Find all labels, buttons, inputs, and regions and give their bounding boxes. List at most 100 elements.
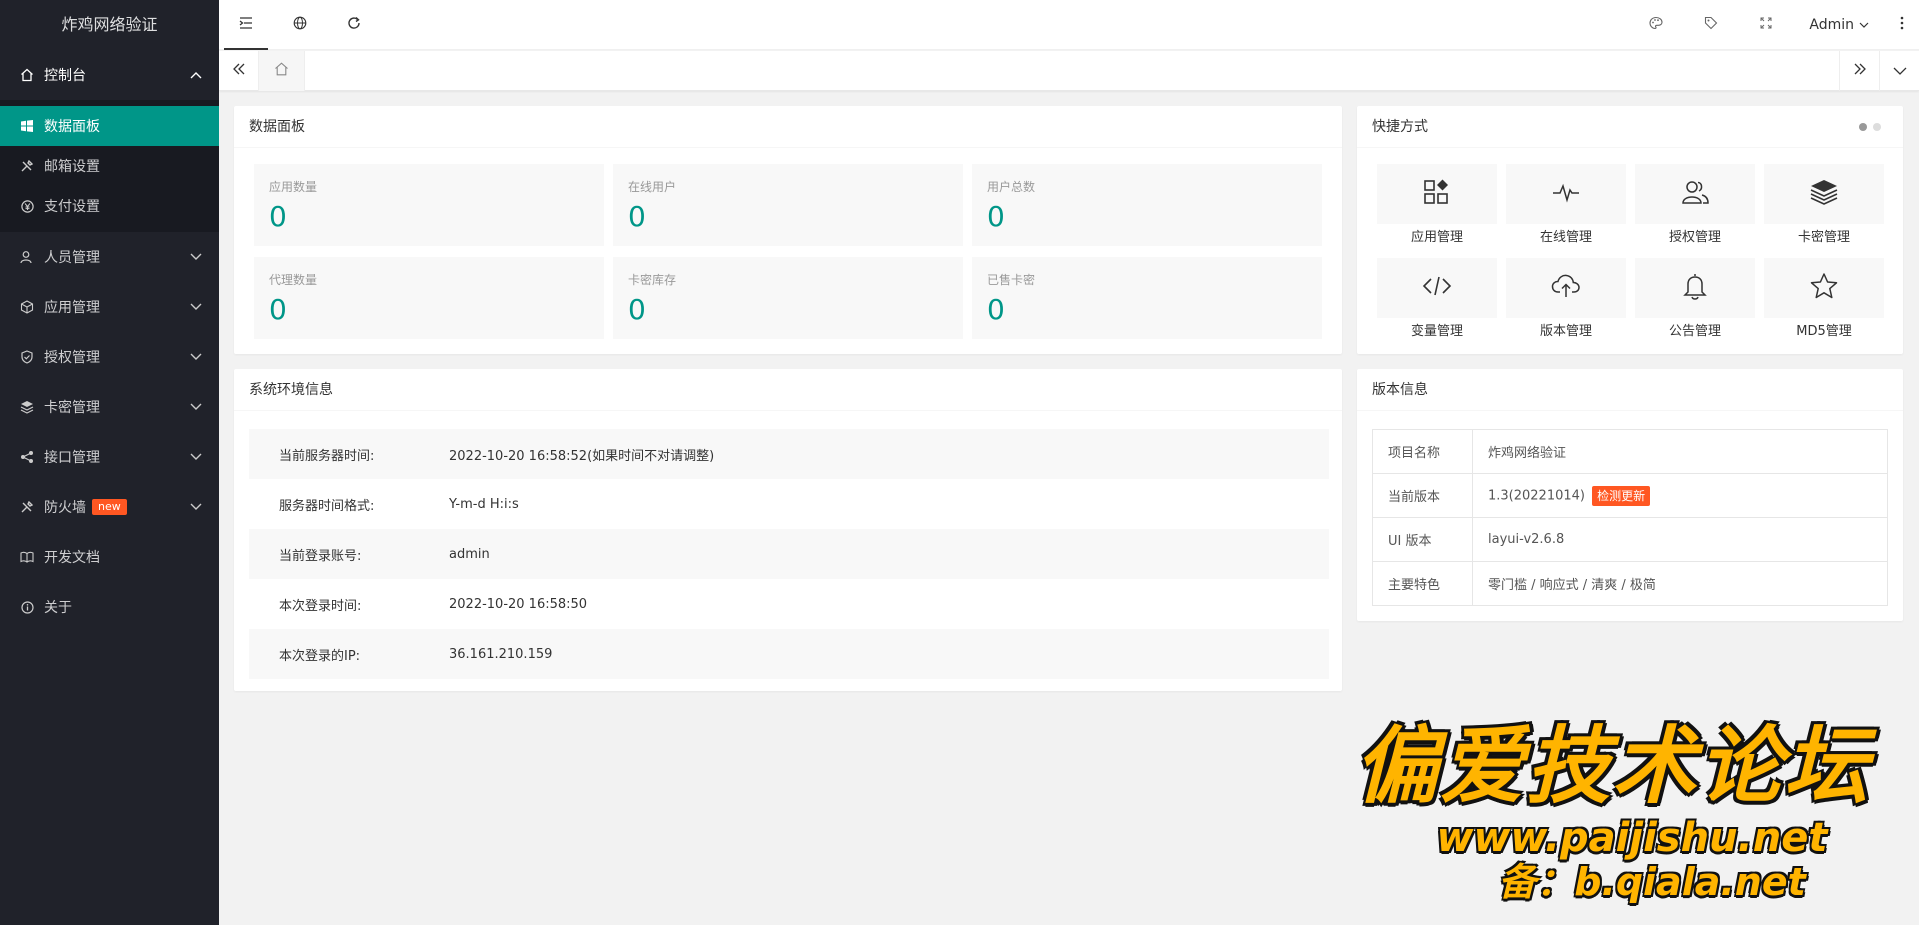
palette-icon	[1649, 16, 1663, 34]
star-icon	[1809, 272, 1839, 304]
stat-label: 在线用户	[628, 180, 677, 194]
globe-icon	[293, 16, 307, 34]
shortcut-label: 版本管理	[1539, 324, 1592, 339]
env-key: 当前登录账号:	[279, 548, 362, 564]
tag-icon	[1704, 16, 1718, 34]
sidebar-item-api[interactable]: 接口管理	[0, 432, 219, 482]
sidebar-item-label: 关于	[44, 600, 72, 616]
sidebar-item-apps[interactable]: 应用管理	[0, 282, 219, 332]
user-menu[interactable]: Admin	[1793, 0, 1885, 50]
tab-bar	[219, 51, 1919, 91]
sidebar-item-cards[interactable]: 卡密管理	[0, 382, 219, 432]
tabs-scroll-left-button[interactable]	[219, 51, 259, 91]
theme-button[interactable]	[1628, 0, 1683, 50]
stat-value: 0	[628, 293, 646, 326]
shortcut-cards[interactable]: 卡密管理	[1764, 164, 1884, 246]
check-update-button[interactable]: 检测更新	[1592, 485, 1651, 506]
username: Admin	[1809, 17, 1854, 33]
sidebar-item-label: 应用管理	[44, 300, 100, 316]
table-row: UI 版本 layui-v2.6.8	[1372, 517, 1888, 562]
card-title-text: 快捷方式	[1372, 119, 1428, 135]
shortcut-variables[interactable]: 变量管理	[1377, 258, 1497, 340]
sidebar-item-about[interactable]: 关于	[0, 582, 219, 632]
stat-value: 0	[987, 293, 1005, 326]
book-icon	[20, 550, 34, 564]
stat-card-stock[interactable]: 卡密库存 0	[613, 257, 963, 339]
env-value: 36.161.210.159	[449, 646, 553, 662]
version-value: 1.3(20221014)	[1488, 488, 1585, 503]
sidebar-item-payment-settings[interactable]: 支付设置	[0, 186, 219, 226]
sidebar-item-console[interactable]: 控制台	[0, 50, 219, 100]
table-row: 本次登录的IP: 36.161.210.159	[249, 629, 1329, 679]
code-icon	[1422, 274, 1452, 302]
stat-agent-count[interactable]: 代理数量 0	[254, 257, 604, 339]
sidebar: 炸鸡网络验证 控制台 数据面板 邮箱设置 支付设置 人员管理 应用管理 授权管理…	[0, 0, 219, 925]
stat-online-users[interactable]: 在线用户 0	[613, 164, 963, 246]
version-key: 主要特色	[1372, 561, 1473, 606]
toggle-sidebar-button[interactable]	[219, 0, 273, 50]
sidebar-item-firewall[interactable]: 防火墙 new	[0, 482, 219, 532]
sidebar-item-docs[interactable]: 开发文档	[0, 532, 219, 582]
sidebar-item-auth[interactable]: 授权管理	[0, 332, 219, 382]
table-row: 当前版本 1.3(20221014) 检测更新	[1372, 473, 1888, 518]
table-row: 当前登录账号: admin	[249, 529, 1329, 579]
version-key: 项目名称	[1372, 429, 1473, 474]
sidebar-item-label: 控制台	[44, 68, 86, 84]
layers-icon	[1809, 178, 1839, 210]
watermark-title: 偏爱技术论坛	[1353, 717, 1870, 815]
version-key: 当前版本	[1372, 473, 1473, 518]
shortcut-label: MD5管理	[1796, 324, 1852, 339]
more-button[interactable]	[1885, 0, 1919, 50]
website-button[interactable]	[273, 0, 327, 50]
sidebar-item-label: 邮箱设置	[44, 159, 100, 175]
env-key: 服务器时间格式:	[279, 498, 375, 514]
sidebar-item-email-settings[interactable]: 邮箱设置	[0, 146, 219, 186]
carousel-dot-2[interactable]	[1873, 123, 1881, 131]
card-title: 数据面板	[234, 106, 1342, 148]
stat-label: 卡密库存	[628, 273, 677, 287]
refresh-icon	[347, 16, 361, 34]
stat-value: 0	[987, 200, 1005, 233]
shortcut-label: 应用管理	[1410, 230, 1463, 245]
shortcut-auth[interactable]: 授权管理	[1635, 164, 1755, 246]
chevron-up-icon	[189, 70, 203, 80]
menu-fold-icon	[239, 17, 253, 33]
app-logo[interactable]: 炸鸡网络验证	[0, 0, 219, 50]
fullscreen-button[interactable]	[1738, 0, 1793, 50]
tab-home[interactable]	[259, 51, 305, 91]
version-table: 项目名称 炸鸡网络验证 当前版本 1.3(20221014) 检测更新 UI 版…	[1372, 429, 1888, 606]
windows-icon	[20, 119, 34, 133]
watermark-url: www.paijishu.net	[1436, 815, 1828, 861]
stat-app-count[interactable]: 应用数量 0	[254, 164, 604, 246]
shortcut-versions[interactable]: 版本管理	[1506, 258, 1626, 340]
shortcut-label: 在线管理	[1539, 230, 1592, 245]
stat-label: 已售卡密	[987, 273, 1036, 287]
new-badge: new	[92, 499, 127, 515]
version-key: UI 版本	[1372, 517, 1473, 562]
shortcut-online[interactable]: 在线管理	[1506, 164, 1626, 246]
chevron-down-icon	[189, 502, 203, 512]
sidebar-item-label: 授权管理	[44, 350, 100, 366]
tabs-menu-button[interactable]	[1879, 51, 1919, 91]
shortcut-md5[interactable]: MD5管理	[1764, 258, 1884, 340]
stat-cards-sold[interactable]: 已售卡密 0	[972, 257, 1322, 339]
tag-button[interactable]	[1683, 0, 1738, 50]
table-row: 当前服务器时间: 2022-10-20 16:58:52(如果时间不对请调整)	[249, 429, 1329, 479]
stat-label: 代理数量	[269, 273, 318, 287]
shortcut-announcements[interactable]: 公告管理	[1635, 258, 1755, 340]
stat-total-users[interactable]: 用户总数 0	[972, 164, 1322, 246]
shortcut-apps[interactable]: 应用管理	[1377, 164, 1497, 246]
chevron-down-icon	[1893, 64, 1907, 79]
chevron-down-icon	[189, 352, 203, 362]
double-chevron-left-icon	[232, 63, 246, 79]
console-submenu: 数据面板 邮箱设置 支付设置	[0, 100, 219, 232]
tabs-scroll-right-button[interactable]	[1839, 51, 1879, 91]
sidebar-item-people[interactable]: 人员管理	[0, 232, 219, 282]
sidebar-item-data-panel[interactable]: 数据面板	[0, 106, 219, 146]
carousel-dot-1[interactable]	[1859, 123, 1867, 131]
card-title: 快捷方式	[1357, 106, 1903, 148]
sidebar-item-label: 卡密管理	[44, 400, 100, 416]
sidebar-item-label: 支付设置	[44, 199, 100, 215]
stat-label: 用户总数	[987, 180, 1036, 194]
refresh-button[interactable]	[327, 0, 381, 50]
